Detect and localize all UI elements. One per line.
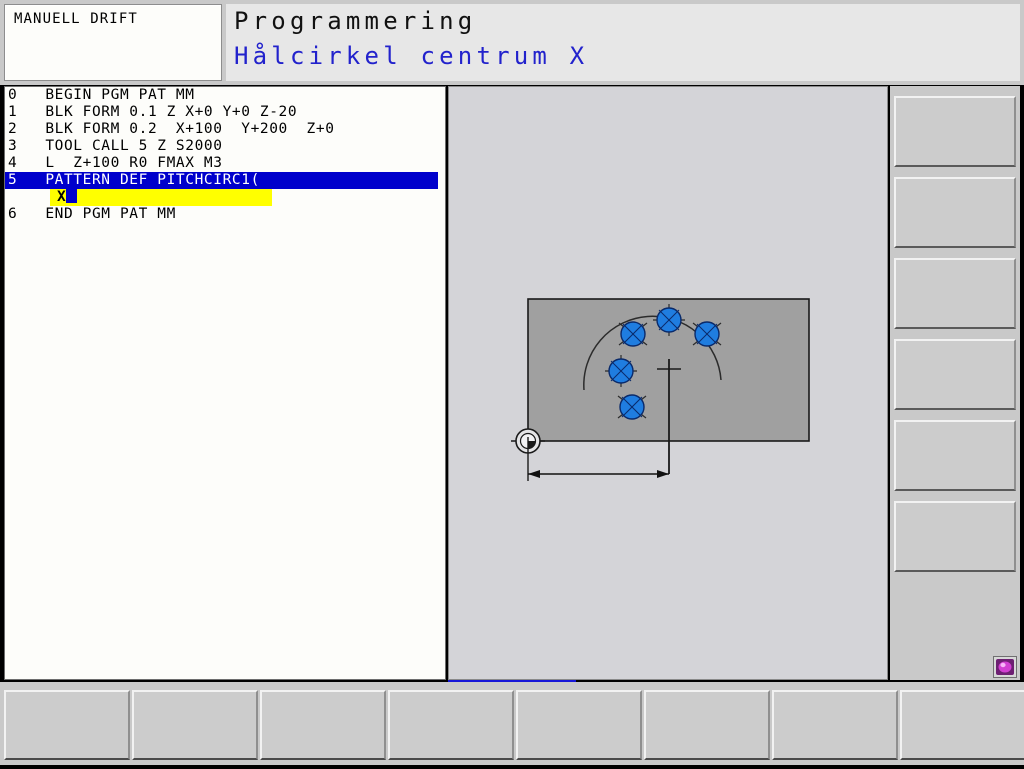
program-line[interactable]: 3 TOOL CALL 5 Z S2000 (5, 138, 445, 155)
softkey-bottom-3[interactable] (260, 690, 386, 760)
softkey-bottom-7[interactable] (772, 690, 898, 760)
operating-mode-box: MANUELL DRIFT (4, 4, 222, 81)
program-line[interactable]: 4 L Z+100 R0 FMAX M3 (5, 155, 445, 172)
dimension-arrow-left (528, 470, 540, 478)
dimension-arrow-right (657, 470, 669, 478)
softkey-column-right (890, 86, 1020, 680)
x-value-field[interactable]: X (50, 189, 272, 206)
softkey-row-bottom (0, 682, 1024, 769)
softkey-right-4[interactable] (894, 339, 1016, 410)
program-line[interactable]: 6 END PGM PAT MM (5, 206, 445, 223)
cnc-control-screen: MANUELL DRIFT Programmering Hålcirkel ce… (0, 0, 1024, 769)
hole-group (617, 394, 647, 420)
program-listing-panel[interactable]: 0 BEGIN PGM PAT MM 1 BLK FORM 0.1 Z X+0 … (4, 86, 446, 680)
header-bar: MANUELL DRIFT Programmering Hålcirkel ce… (0, 0, 1024, 85)
softkey-bottom-1[interactable] (4, 690, 130, 760)
program-line[interactable]: 1 BLK FORM 0.1 Z X+0 Y+0 Z-20 (5, 104, 445, 121)
text-cursor (66, 189, 78, 203)
page-title: Programmering (234, 7, 477, 35)
softkey-bottom-8[interactable] (900, 690, 1024, 760)
softkey-bottom-6[interactable] (644, 690, 770, 760)
screen-bottom-edge (0, 765, 1024, 769)
softkey-right-6[interactable] (894, 501, 1016, 572)
softkey-bottom-2[interactable] (132, 690, 258, 760)
operating-mode-label: MANUELL DRIFT (14, 11, 138, 27)
softkey-right-1[interactable] (894, 96, 1016, 167)
hole-group (692, 321, 722, 347)
page-subtitle: Hålcirkel centrum X (234, 42, 589, 70)
pitch-circle-pattern-graphic (511, 298, 810, 481)
pen-icon[interactable] (993, 656, 1017, 678)
title-box: Programmering Hålcirkel centrum X (226, 4, 1020, 81)
parameter-input-row[interactable]: X (5, 189, 445, 206)
softkey-right-3[interactable] (894, 258, 1016, 329)
softkey-right-5[interactable] (894, 420, 1016, 491)
program-line[interactable]: 2 BLK FORM 0.2 X+100 Y+200 Z+0 (5, 121, 445, 138)
program-line-selected[interactable]: 5 PATTERN DEF PITCHCIRC1( (5, 172, 438, 189)
hole-group (618, 321, 648, 347)
graphic-preview-panel (448, 86, 888, 680)
softkey-right-2[interactable] (894, 177, 1016, 248)
softkey-bottom-5[interactable] (516, 690, 642, 760)
softkey-bottom-4[interactable] (388, 690, 514, 760)
program-line[interactable]: 0 BEGIN PGM PAT MM (5, 87, 445, 104)
x-field-label: X (57, 189, 67, 205)
